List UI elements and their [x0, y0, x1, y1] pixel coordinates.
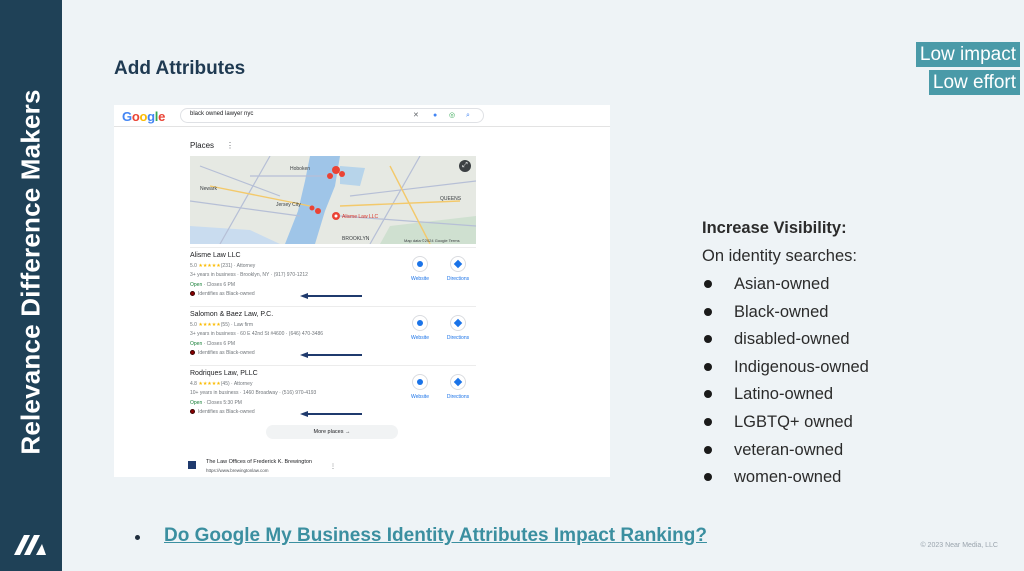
identity-icon — [190, 291, 195, 297]
directions-button[interactable]: Directions — [444, 256, 472, 282]
list-item: Latino-owned — [702, 384, 869, 412]
listing-hours: Open · Closes 6 PM — [190, 282, 236, 288]
google-header: Google black owned lawyer nyc ✕ ● ◎ ⌕ — [114, 105, 610, 127]
more-options-icon[interactable]: ⋮ — [330, 463, 336, 470]
bullet-icon — [135, 535, 140, 540]
close-icon[interactable]: ✕ — [413, 111, 419, 120]
list-item: women-owned — [702, 467, 869, 495]
google-screenshot: Google black owned lawyer nyc ✕ ● ◎ ⌕ Pl… — [114, 105, 610, 477]
search-query: black owned lawyer nyc — [190, 111, 254, 117]
search-input[interactable]: black owned lawyer nyc ✕ ● ◎ ⌕ — [180, 108, 484, 123]
globe-icon — [412, 315, 428, 331]
directions-icon — [450, 315, 466, 331]
fullscreen-icon[interactable]: ⤢ — [459, 160, 471, 172]
list-item: LGBTQ+ owned — [702, 412, 869, 440]
slide-title: Add Attributes — [114, 58, 246, 79]
directions-button[interactable]: Directions — [444, 374, 472, 400]
listing-name[interactable]: Salomon & Baez Law, P.C. — [190, 311, 273, 318]
directions-button[interactable]: Directions — [444, 315, 472, 341]
more-options-icon[interactable]: ⋮ — [226, 141, 234, 150]
arrow-icon — [300, 293, 362, 299]
list-item: Asian-owned — [702, 274, 869, 302]
arrow-icon — [300, 352, 362, 358]
sidebar-title: Relevance Difference Makers — [15, 89, 46, 455]
listing-details: 10+ years in business · 1460 Broadway · … — [190, 390, 317, 396]
map-label-hoboken: Hoboken — [290, 166, 311, 172]
map-label-jersey-city: Jersey City — [276, 202, 301, 208]
identity-attribute: Identifies as Black-owned — [190, 291, 255, 297]
effort-badge: Low effort — [928, 70, 1020, 95]
favicon-icon — [188, 461, 196, 469]
directions-icon — [450, 256, 466, 272]
identity-list: Asian-owned Black-owned disabled-owned I… — [702, 274, 869, 495]
lens-icon[interactable]: ◎ — [449, 111, 455, 120]
places-heading: Places — [190, 141, 215, 150]
identity-icon — [190, 409, 195, 415]
listing-name[interactable]: Alisme Law LLC — [190, 252, 241, 259]
listing-rating: 4.8 ★★★★★(45) · Attorney — [190, 381, 253, 387]
listing-2[interactable]: Salomon & Baez Law, P.C. 5.0 ★★★★★(55) ·… — [190, 306, 476, 364]
listing-details: 3+ years in business · Brooklyn, NY · (9… — [190, 272, 308, 278]
google-logo: Google — [122, 109, 166, 124]
list-item: disabled-owned — [702, 329, 869, 357]
directions-icon — [450, 374, 466, 390]
copyright: © 2023 Near Media, LLC — [920, 542, 998, 549]
website-button[interactable]: Website — [406, 256, 434, 282]
more-places-button[interactable]: More places → — [266, 425, 398, 439]
article-link[interactable]: Do Google My Business Identity Attribute… — [164, 525, 707, 547]
listing-hours: Open · Closes 6 PM — [190, 341, 236, 347]
map-attribution: Map data ©2024 Google Terms — [404, 238, 460, 243]
map-label-alisme: Alisme Law LLC — [342, 214, 379, 220]
mic-icon[interactable]: ● — [433, 111, 437, 120]
organic-result-title[interactable]: The Law Offices of Frederick K. Brewingt… — [206, 459, 312, 465]
identity-icon — [190, 350, 195, 356]
listing-3[interactable]: Rodriques Law, PLLC 4.8 ★★★★★(45) · Atto… — [190, 365, 476, 423]
website-button[interactable]: Website — [406, 315, 434, 341]
globe-icon — [412, 256, 428, 272]
website-button[interactable]: Website — [406, 374, 434, 400]
list-item: Indigenous-owned — [702, 357, 869, 385]
sidebar: Relevance Difference Makers — [0, 0, 62, 571]
visibility-heading: Increase Visibility: — [702, 219, 847, 237]
search-icon[interactable]: ⌕ — [466, 111, 470, 120]
impact-badge: Low impact — [915, 42, 1020, 67]
arrow-icon — [300, 411, 362, 417]
listing-rating: 5.0 ★★★★★(231) · Attorney — [190, 263, 256, 269]
listing-name[interactable]: Rodriques Law, PLLC — [190, 370, 258, 377]
identity-attribute: Identifies as Black-owned — [190, 350, 255, 356]
listing-rating: 5.0 ★★★★★(55) · Law firm — [190, 322, 253, 328]
visibility-subheading: On identity searches: — [702, 247, 857, 265]
map-label-newark: Newark — [200, 186, 217, 192]
listing-details: 3+ years in business · 60 E 42nd St #460… — [190, 331, 324, 337]
visibility-panel: Increase Visibility: On identity searche… — [702, 218, 869, 495]
listing-1[interactable]: Alisme Law LLC 5.0 ★★★★★(231) · Attorney… — [190, 247, 476, 305]
list-item: veteran-owned — [702, 440, 869, 468]
identity-attribute: Identifies as Black-owned — [190, 409, 255, 415]
globe-icon — [412, 374, 428, 390]
map-label-queens: QUEENS — [440, 196, 462, 202]
organic-result-url[interactable]: https://www.brewingtonlaw.com — [206, 468, 269, 473]
map[interactable]: Newark Hoboken Jersey City Alisme Law LL… — [190, 156, 476, 244]
list-item: Black-owned — [702, 302, 869, 330]
map-graphic — [190, 156, 476, 244]
listing-hours: Open · Closes 5:30 PM — [190, 400, 242, 406]
map-label-brooklyn: BROOKLYN — [342, 236, 370, 242]
near-media-logo-icon — [14, 535, 46, 555]
